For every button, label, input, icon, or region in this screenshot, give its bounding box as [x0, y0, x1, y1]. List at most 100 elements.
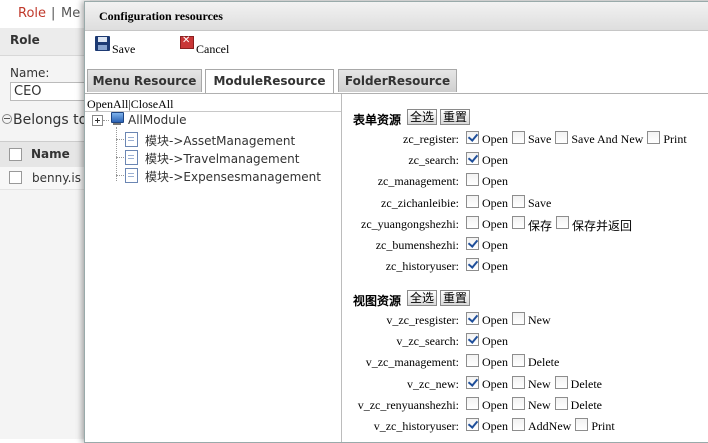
- option-zc_historyuser-0[interactable]: Open: [466, 256, 508, 274]
- permission-option-label: Delete: [570, 397, 602, 412]
- tree-item-asset-management[interactable]: 模块->AssetManagement: [145, 132, 295, 149]
- option-v_zc_historyuser-1[interactable]: AddNew: [512, 416, 571, 434]
- option-zc_yuangongshezhi-0[interactable]: Open: [466, 214, 508, 232]
- option-zc_search-0[interactable]: Open: [466, 150, 508, 168]
- option-v_zc_historyuser-0[interactable]: Open: [466, 416, 508, 434]
- form-select-all-button[interactable]: 全选: [407, 109, 437, 125]
- permission-checkbox[interactable]: [466, 354, 479, 368]
- permission-checkbox[interactable]: [512, 131, 525, 144]
- permission-options: Open New Delete: [466, 395, 606, 413]
- permission-checkbox[interactable]: [466, 418, 479, 431]
- option-v_zc_historyuser-2[interactable]: Print: [575, 416, 615, 434]
- permission-checkbox[interactable]: [556, 215, 570, 229]
- permission-row-label: v_zc_search:: [396, 334, 459, 349]
- option-zc_yuangongshezhi-2[interactable]: 保存并返回: [556, 214, 632, 233]
- cancel-button[interactable]: Cancel: [179, 34, 239, 56]
- save-button[interactable]: Save: [93, 34, 143, 56]
- permission-checkbox[interactable]: [466, 312, 479, 325]
- permission-options: Open AddNew Print: [466, 416, 619, 434]
- permission-checkbox[interactable]: [512, 312, 525, 325]
- option-v_zc_renyuanshezhi-2[interactable]: Delete: [554, 395, 602, 413]
- option-v_zc_management-1[interactable]: Delete: [512, 352, 559, 370]
- view-resources-title: 视图资源: [353, 294, 402, 308]
- option-v_zc_resgister-1[interactable]: New: [512, 310, 551, 328]
- permission-option-label: Open: [482, 238, 508, 252]
- permission-checkbox[interactable]: [466, 333, 479, 347]
- select-all-checkbox[interactable]: [9, 148, 22, 161]
- tree-root-all-module[interactable]: AllModule: [128, 113, 187, 127]
- option-zc_yuangongshezhi-1[interactable]: 保存: [512, 214, 552, 233]
- table-row[interactable]: benny.is: [0, 167, 90, 190]
- permission-checkbox[interactable]: [512, 194, 525, 208]
- option-v_zc_new-0[interactable]: Open: [466, 374, 508, 392]
- option-v_zc_renyuanshezhi-0[interactable]: Open: [466, 395, 508, 413]
- permission-option-label: Open: [482, 376, 508, 391]
- permission-options: Open New: [466, 310, 555, 328]
- open-all-link[interactable]: OpenAll: [87, 97, 128, 111]
- permission-checkbox[interactable]: [466, 258, 479, 272]
- option-v_zc_renyuanshezhi-1[interactable]: New: [512, 395, 551, 413]
- permission-checkbox[interactable]: [554, 396, 568, 410]
- option-zc_management-0[interactable]: Open: [466, 171, 508, 189]
- resource-tabs: Menu Resource ModuleResource FolderResou…: [85, 69, 708, 94]
- permission-option-label: Print: [663, 132, 687, 146]
- collapse-icon[interactable]: [2, 114, 12, 124]
- permission-checkbox[interactable]: [575, 418, 589, 431]
- permission-checkbox[interactable]: [512, 396, 525, 410]
- permission-checkbox[interactable]: [512, 354, 525, 368]
- permission-checkbox[interactable]: [512, 418, 525, 431]
- permission-checkbox[interactable]: [466, 396, 479, 410]
- tree-connector: [116, 175, 124, 176]
- view-select-all-button[interactable]: 全选: [407, 290, 437, 306]
- nav-menu-link[interactable]: Me: [61, 6, 80, 21]
- row-checkbox[interactable]: [9, 171, 22, 184]
- option-zc_zichanleibie-1[interactable]: Save: [512, 193, 551, 211]
- permission-row-label: v_zc_historyuser:: [373, 419, 459, 433]
- view-reset-button[interactable]: 重置: [440, 290, 470, 306]
- permission-checkbox[interactable]: [466, 194, 479, 208]
- tree-item-expenses-management[interactable]: 模块->Expensesmanagement: [145, 168, 321, 185]
- tree-connector: [116, 157, 124, 158]
- role-panel-header: Role: [0, 28, 90, 56]
- permission-checkbox[interactable]: [555, 131, 569, 144]
- permission-checkbox[interactable]: [647, 131, 661, 144]
- option-zc_register-1[interactable]: Save: [512, 129, 551, 147]
- permission-option-label: Open: [482, 419, 508, 433]
- permission-checkbox[interactable]: [466, 375, 479, 389]
- dialog-title: Configuration resources: [99, 9, 223, 23]
- tree-item-travel-management[interactable]: 模块->Travelmanagement: [145, 150, 299, 167]
- permission-checkbox[interactable]: [512, 215, 525, 229]
- permission-option-label: Open: [482, 397, 508, 412]
- permission-checkbox[interactable]: [512, 375, 525, 389]
- tree-expander-icon[interactable]: [92, 115, 103, 126]
- permission-row-zc_zichanleibie: zc_zichanleibie: Open Save: [343, 193, 708, 211]
- option-v_zc_search-0[interactable]: Open: [466, 331, 508, 349]
- permission-options: Open: [466, 171, 512, 189]
- permission-checkbox[interactable]: [466, 173, 479, 187]
- option-zc_zichanleibie-0[interactable]: Open: [466, 193, 508, 211]
- permission-checkbox[interactable]: [466, 131, 479, 144]
- column-header-name[interactable]: Name: [31, 147, 70, 161]
- permission-option-label: Open: [482, 259, 508, 274]
- tab-module-resource[interactable]: ModuleResource: [205, 69, 334, 93]
- permission-checkbox[interactable]: [466, 152, 479, 166]
- belongs-to-group[interactable]: Belongs to: [2, 112, 87, 128]
- permission-checkbox[interactable]: [466, 237, 479, 250]
- nav-role-link[interactable]: Role: [18, 6, 46, 21]
- option-v_zc_new-2[interactable]: Delete: [554, 374, 602, 392]
- form-reset-button[interactable]: 重置: [440, 109, 470, 125]
- option-zc_register-3[interactable]: Print: [647, 129, 687, 147]
- option-v_zc_management-0[interactable]: Open: [466, 352, 508, 370]
- close-all-link[interactable]: CloseAll: [131, 97, 174, 111]
- permission-checkbox[interactable]: [466, 215, 479, 229]
- option-zc_register-0[interactable]: Open: [466, 129, 508, 147]
- option-zc_register-2[interactable]: Save And New: [555, 129, 643, 147]
- option-zc_bumenshezhi-0[interactable]: Open: [466, 235, 508, 253]
- option-v_zc_new-1[interactable]: New: [512, 374, 551, 392]
- permission-row-label: v_zc_new:: [407, 376, 459, 391]
- name-input[interactable]: CEO: [10, 82, 90, 101]
- tab-menu-resource[interactable]: Menu Resource: [87, 69, 202, 92]
- permission-checkbox[interactable]: [554, 375, 568, 389]
- tab-folder-resource[interactable]: FolderResource: [338, 69, 457, 92]
- option-v_zc_resgister-0[interactable]: Open: [466, 310, 508, 328]
